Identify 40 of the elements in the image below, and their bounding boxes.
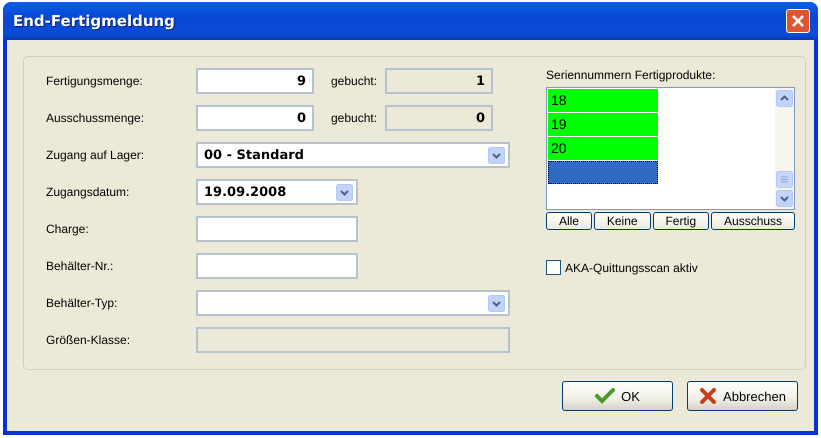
input-field[interactable]: 0 [196,105,314,131]
list-action-button[interactable]: Keine [594,212,651,230]
list-item[interactable]: 18 [548,89,658,112]
checkbox[interactable] [546,260,562,275]
list-item[interactable]: 20 [548,137,658,160]
scroll-down-icon[interactable] [776,189,793,208]
field-label: Behälter-Typ: [46,296,118,310]
ok-button[interactable]: OK [562,381,673,411]
close-icon [791,14,805,28]
list-label: Seriennummern Fertigprodukte: [546,68,716,82]
field-label: Charge: [46,222,90,236]
checkbox-label: AKA-Quittungsscan aktiv [565,260,698,274]
field-label: gebucht: [330,74,378,88]
field-label: Zugangsdatum: [46,185,130,199]
readonly-field: 0 [385,105,493,131]
input-field[interactable] [196,253,358,279]
checkmark-icon [595,388,616,404]
cancel-button[interactable]: Abbrechen [687,381,798,411]
list-action-button[interactable]: Ausschuss [711,212,796,230]
list-item[interactable] [548,161,658,184]
field-label: Fertigungsmenge: [46,74,144,88]
date-picker[interactable]: 19.09.2008 [196,179,358,205]
window-title: End-Fertigmeldung [13,12,175,30]
list-item[interactable]: 19 [548,113,658,136]
scrollbar[interactable] [775,88,794,209]
input-field[interactable]: 9 [196,68,314,94]
field-label: Behälter-Nr.: [46,259,114,273]
list-action-button[interactable]: Fertig [652,212,710,230]
close-button[interactable] [786,9,810,33]
input-field[interactable] [196,216,358,242]
readonly-field: 1 [385,68,493,94]
dropdown[interactable]: 00 - Standard [196,142,510,168]
list-action-button[interactable]: Alle [546,212,592,230]
field-label: Ausschussmenge: [46,111,146,125]
scroll-thumb-icon[interactable] [776,170,793,189]
field-label: Zugang auf Lager: [46,148,146,162]
cross-icon [699,387,718,405]
scroll-up-icon[interactable] [776,89,793,108]
field-label: Größen-Klasse: [46,333,132,347]
field-label: gebucht: [330,111,378,125]
